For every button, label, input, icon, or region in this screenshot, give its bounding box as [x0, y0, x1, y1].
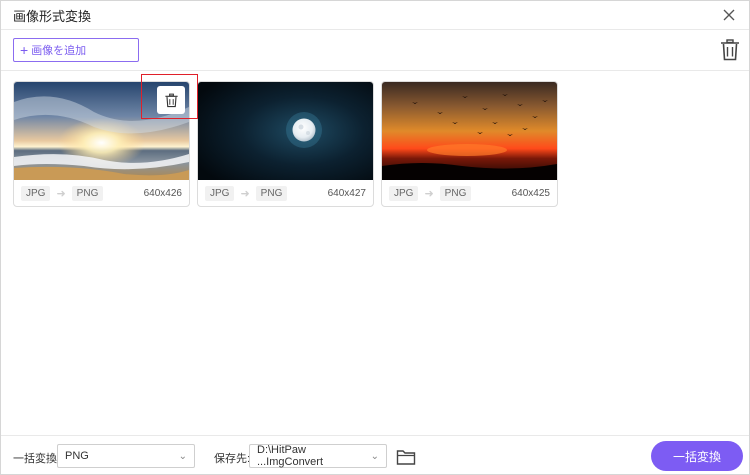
save-path-value: D:\HitPaw ...ImgConvert: [257, 444, 324, 468]
card-footer: JPG ➜ PNG 640x427: [198, 180, 373, 206]
browse-folder-button[interactable]: [396, 448, 416, 466]
target-format: PNG: [71, 185, 104, 201]
image-card[interactable]: JPG ➜ PNG 640x425: [381, 81, 558, 207]
save-path-select[interactable]: D:\HitPaw ...ImgConvert ⌄: [249, 444, 387, 468]
image-card[interactable]: JPG ➜ PNG 640x426: [13, 81, 190, 207]
add-image-button[interactable]: + 画像を追加: [13, 38, 139, 62]
image-dimensions: 640x426: [143, 187, 182, 199]
source-format: JPG: [21, 185, 51, 201]
batch-convert-label: 一括変換:: [13, 453, 61, 465]
card-footer: JPG ➜ PNG 640x426: [14, 180, 189, 206]
folder-icon: [396, 450, 416, 465]
chevron-down-icon: ⌄: [178, 450, 187, 462]
close-button[interactable]: [719, 5, 739, 25]
source-format: JPG: [389, 185, 419, 201]
arrow-right-icon: ➜: [240, 187, 250, 200]
delete-all-button[interactable]: [719, 38, 741, 62]
plus-icon: +: [20, 42, 29, 58]
source-format: JPG: [205, 185, 235, 201]
window-title: 画像形式変換: [13, 8, 92, 24]
image-dimensions: 640x425: [511, 187, 550, 199]
trash-icon: [721, 39, 739, 61]
image-card[interactable]: JPG ➜ PNG 640x427: [197, 81, 374, 207]
toolbar: + 画像を追加: [1, 29, 749, 71]
bottom-bar: 一括変換: PNG ⌄ 保存先: D:\HitPaw ...ImgConvert…: [1, 435, 749, 474]
thumbnail-full-moon: [198, 82, 373, 180]
target-format: PNG: [439, 185, 472, 201]
format-select-value: PNG: [65, 450, 89, 462]
chevron-down-icon: ⌄: [370, 450, 379, 462]
card-footer: JPG ➜ PNG 640x425: [382, 180, 557, 206]
save-location-label: 保存先:: [214, 453, 251, 465]
title-bar: 画像形式変換: [1, 1, 749, 29]
arrow-right-icon: ➜: [56, 187, 66, 200]
add-image-label: 画像を追加: [31, 45, 87, 57]
image-dimensions: 640x427: [327, 187, 366, 199]
convert-all-button[interactable]: 一括変換: [651, 441, 743, 471]
target-format: PNG: [255, 185, 288, 201]
arrow-right-icon: ➜: [424, 187, 434, 200]
trash-icon: [164, 93, 178, 107]
format-select[interactable]: PNG ⌄: [57, 444, 195, 468]
card-delete-button[interactable]: [157, 86, 185, 114]
close-icon: [723, 9, 735, 21]
thumbnail-sunset-birds: [382, 82, 557, 180]
